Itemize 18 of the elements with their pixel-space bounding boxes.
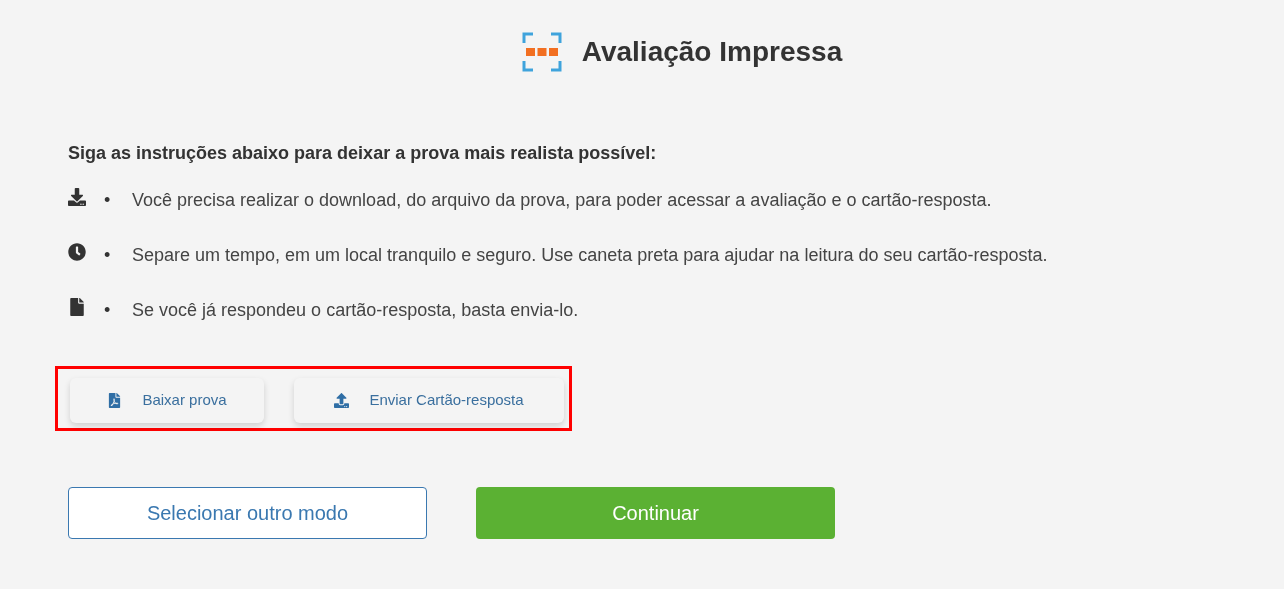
action-button[interactable]: Baixar prova xyxy=(70,378,264,423)
bullet: • xyxy=(103,244,112,267)
select-mode-button[interactable]: Selecionar outro modo xyxy=(68,487,427,539)
upload-icon xyxy=(334,393,350,408)
file-icon xyxy=(68,298,86,316)
clock-icon xyxy=(68,243,86,261)
instruction-text: Separe um tempo, em um local tranquilo e seguro. Use caneta preta para ajudar na leitura do seu cartão-resposta. xyxy=(132,244,1048,267)
bullet: • xyxy=(103,189,112,212)
continue-button[interactable]: Continuar xyxy=(476,487,835,539)
instructions-heading: Siga as instruções abaixo para deixar a prova mais realista possível: xyxy=(68,142,658,165)
action-button[interactable]: Enviar Cartão-resposta xyxy=(294,378,564,423)
logo-icon xyxy=(521,32,562,72)
instruction-text: Se você já respondeu o cartão-resposta, basta envia-lo. xyxy=(132,299,579,322)
page-title: Avaliação Impressa xyxy=(581,35,843,69)
download-icon xyxy=(68,188,86,206)
instruction-text: Você precisa realizar o download, do arquivo da prova, para poder acessar a avaliação e o cartão-resposta. xyxy=(132,189,992,212)
pdf-file-icon xyxy=(107,393,123,408)
bullet: • xyxy=(103,299,112,322)
